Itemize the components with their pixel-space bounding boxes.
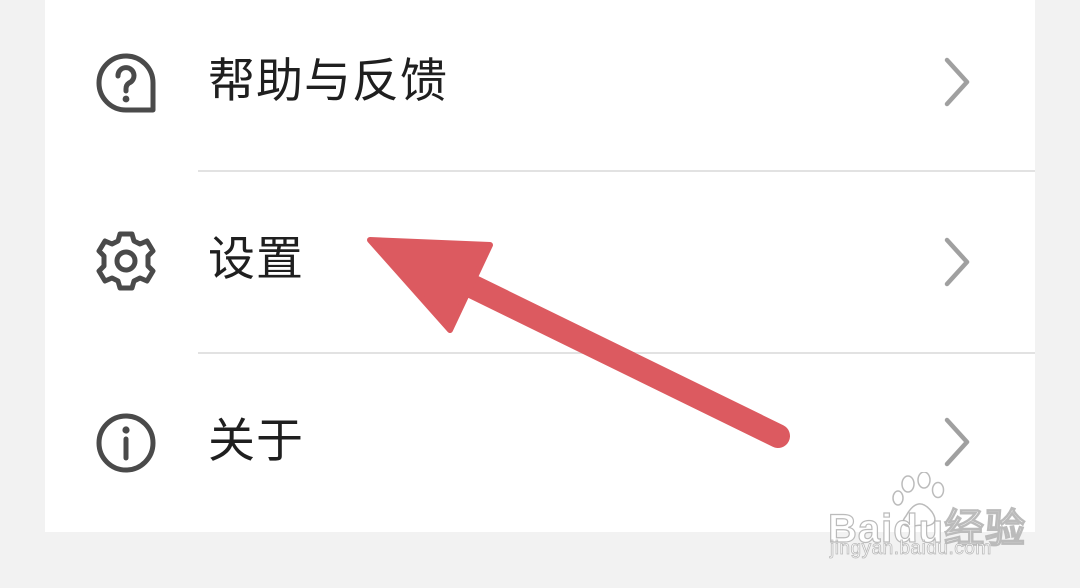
gear-icon bbox=[96, 231, 156, 291]
chevron-right-icon bbox=[944, 417, 970, 467]
menu-item-about[interactable]: 关于 bbox=[45, 354, 1035, 532]
menu-item-label: 设置 bbox=[208, 232, 304, 287]
menu-item-help-feedback[interactable]: 帮助与反馈 bbox=[45, 0, 1035, 170]
chevron-right-icon bbox=[944, 237, 970, 287]
chevron-right-icon bbox=[944, 57, 970, 107]
watermark-url: jingyan.baidu.com bbox=[830, 538, 992, 560]
menu-item-settings[interactable]: 设置 bbox=[45, 172, 1035, 352]
menu-item-label: 关于 bbox=[208, 414, 304, 469]
info-icon bbox=[96, 413, 156, 473]
menu-card: 帮助与反馈 设置 关于 bbox=[45, 0, 1035, 532]
menu-item-label: 帮助与反馈 bbox=[208, 54, 448, 109]
help-feedback-icon bbox=[96, 53, 156, 113]
